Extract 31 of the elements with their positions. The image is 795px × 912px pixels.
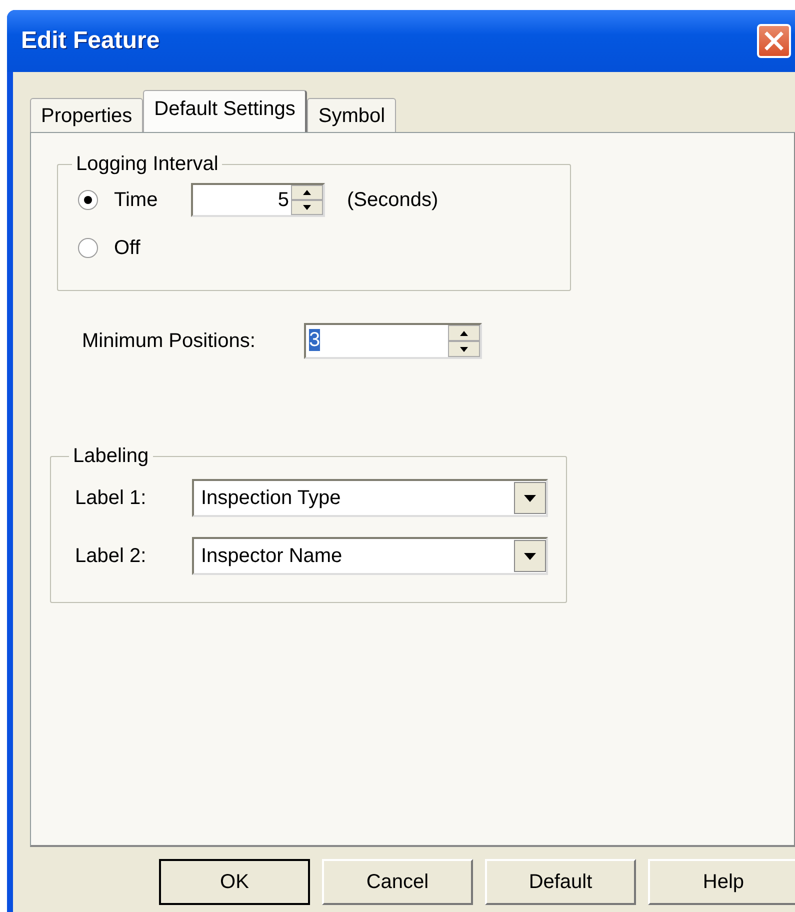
dropdown-arrow-icon [524,552,536,560]
spin-field[interactable]: 3 [304,323,482,359]
dialog-button[interactable]: Default [485,859,636,905]
down-arrow-icon [303,205,311,210]
radio-button[interactable] [78,190,98,210]
dropdown[interactable]: Inspection Type [192,479,548,517]
spin-field[interactable]: 5 [191,183,325,217]
dialog-button[interactable]: OK [159,859,310,905]
field-value: 3 [309,329,320,351]
window-title: Edit Feature [21,27,160,55]
dropdown-arrow-icon [524,494,536,502]
up-arrow-icon [303,190,311,195]
field-label: Minimum Positions: [82,330,256,352]
radio-button[interactable] [78,238,98,258]
group-title: Logging Interval [75,153,220,176]
close-button[interactable] [757,24,791,58]
field-label: Label 2: [75,544,148,568]
up-arrow-icon [460,330,468,336]
unit-label: (Seconds) [347,188,438,212]
radio-label: Time [114,188,159,212]
group-title: Labeling [72,445,150,468]
field-label: Label 1: [75,486,148,510]
tab[interactable]: Default Settings [143,90,308,132]
dialog-button[interactable]: Cancel [322,859,473,905]
radio-label: Off [114,236,142,260]
tab[interactable]: Symbol [307,98,396,132]
dropdown[interactable]: Inspector Name [192,537,548,575]
down-arrow-icon [460,346,468,352]
tab[interactable]: Properties [30,98,144,132]
dialog-button[interactable]: Help [648,859,795,905]
close-icon [763,30,785,52]
